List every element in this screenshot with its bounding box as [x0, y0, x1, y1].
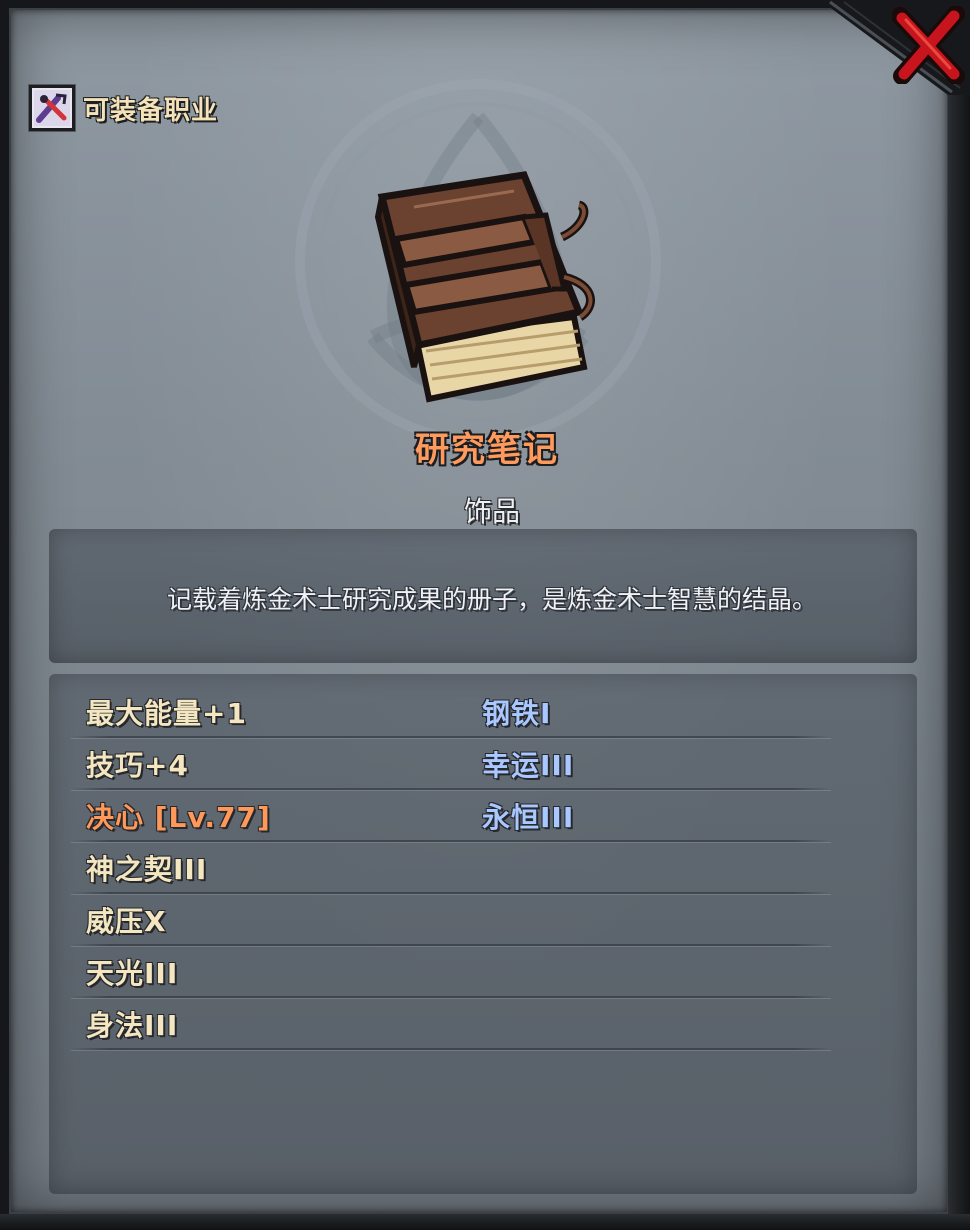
item-detail-window: 可装备职业 研究笔记 饰品 记载着炼金术士研究成果的册子，是炼金术士智慧的结晶。… [0, 0, 970, 1230]
stat-luck: 幸运III [482, 749, 575, 782]
row-divider [71, 996, 831, 998]
stat-steel: 钢铁I [482, 697, 552, 730]
stat-intimidation: 威压X [86, 905, 167, 938]
leather-book-icon [374, 171, 595, 403]
stat-daylight: 天光III [86, 957, 179, 990]
row-divider [71, 944, 831, 946]
frame-edge-bottom [0, 1214, 970, 1230]
item-name: 研究笔记 [415, 430, 559, 470]
row-divider [71, 736, 831, 738]
close-button[interactable] [891, 5, 966, 85]
stat-skill: 技巧+4 [86, 749, 189, 782]
stat-resolve: 决心 [Lv.77] [86, 801, 271, 834]
close-x-icon [891, 5, 965, 85]
item-type: 饰品 [463, 495, 520, 528]
row-divider [71, 1048, 831, 1050]
row-divider [71, 788, 831, 790]
item-panel: 可装备职业 研究笔记 饰品 记载着炼金术士研究成果的册子，是炼金术士智慧的结晶。… [9, 8, 949, 1214]
equippable-class-label: 可装备职业 [83, 95, 219, 126]
crossed-tools-icon[interactable] [29, 85, 75, 131]
stat-divine-pact: 神之契III [86, 853, 208, 886]
stat-agility: 身法III [86, 1009, 179, 1042]
stat-max-energy: 最大能量+1 [86, 697, 247, 730]
item-description: 记载着炼金术士研究成果的册子，是炼金术士智慧的结晶。 [166, 585, 817, 614]
stat-eternity: 永恒III [482, 801, 575, 834]
row-divider [71, 892, 831, 894]
equippable-class-header: 可装备职业 [29, 84, 218, 132]
frame-edge-right [948, 0, 970, 1230]
row-divider [71, 840, 831, 842]
